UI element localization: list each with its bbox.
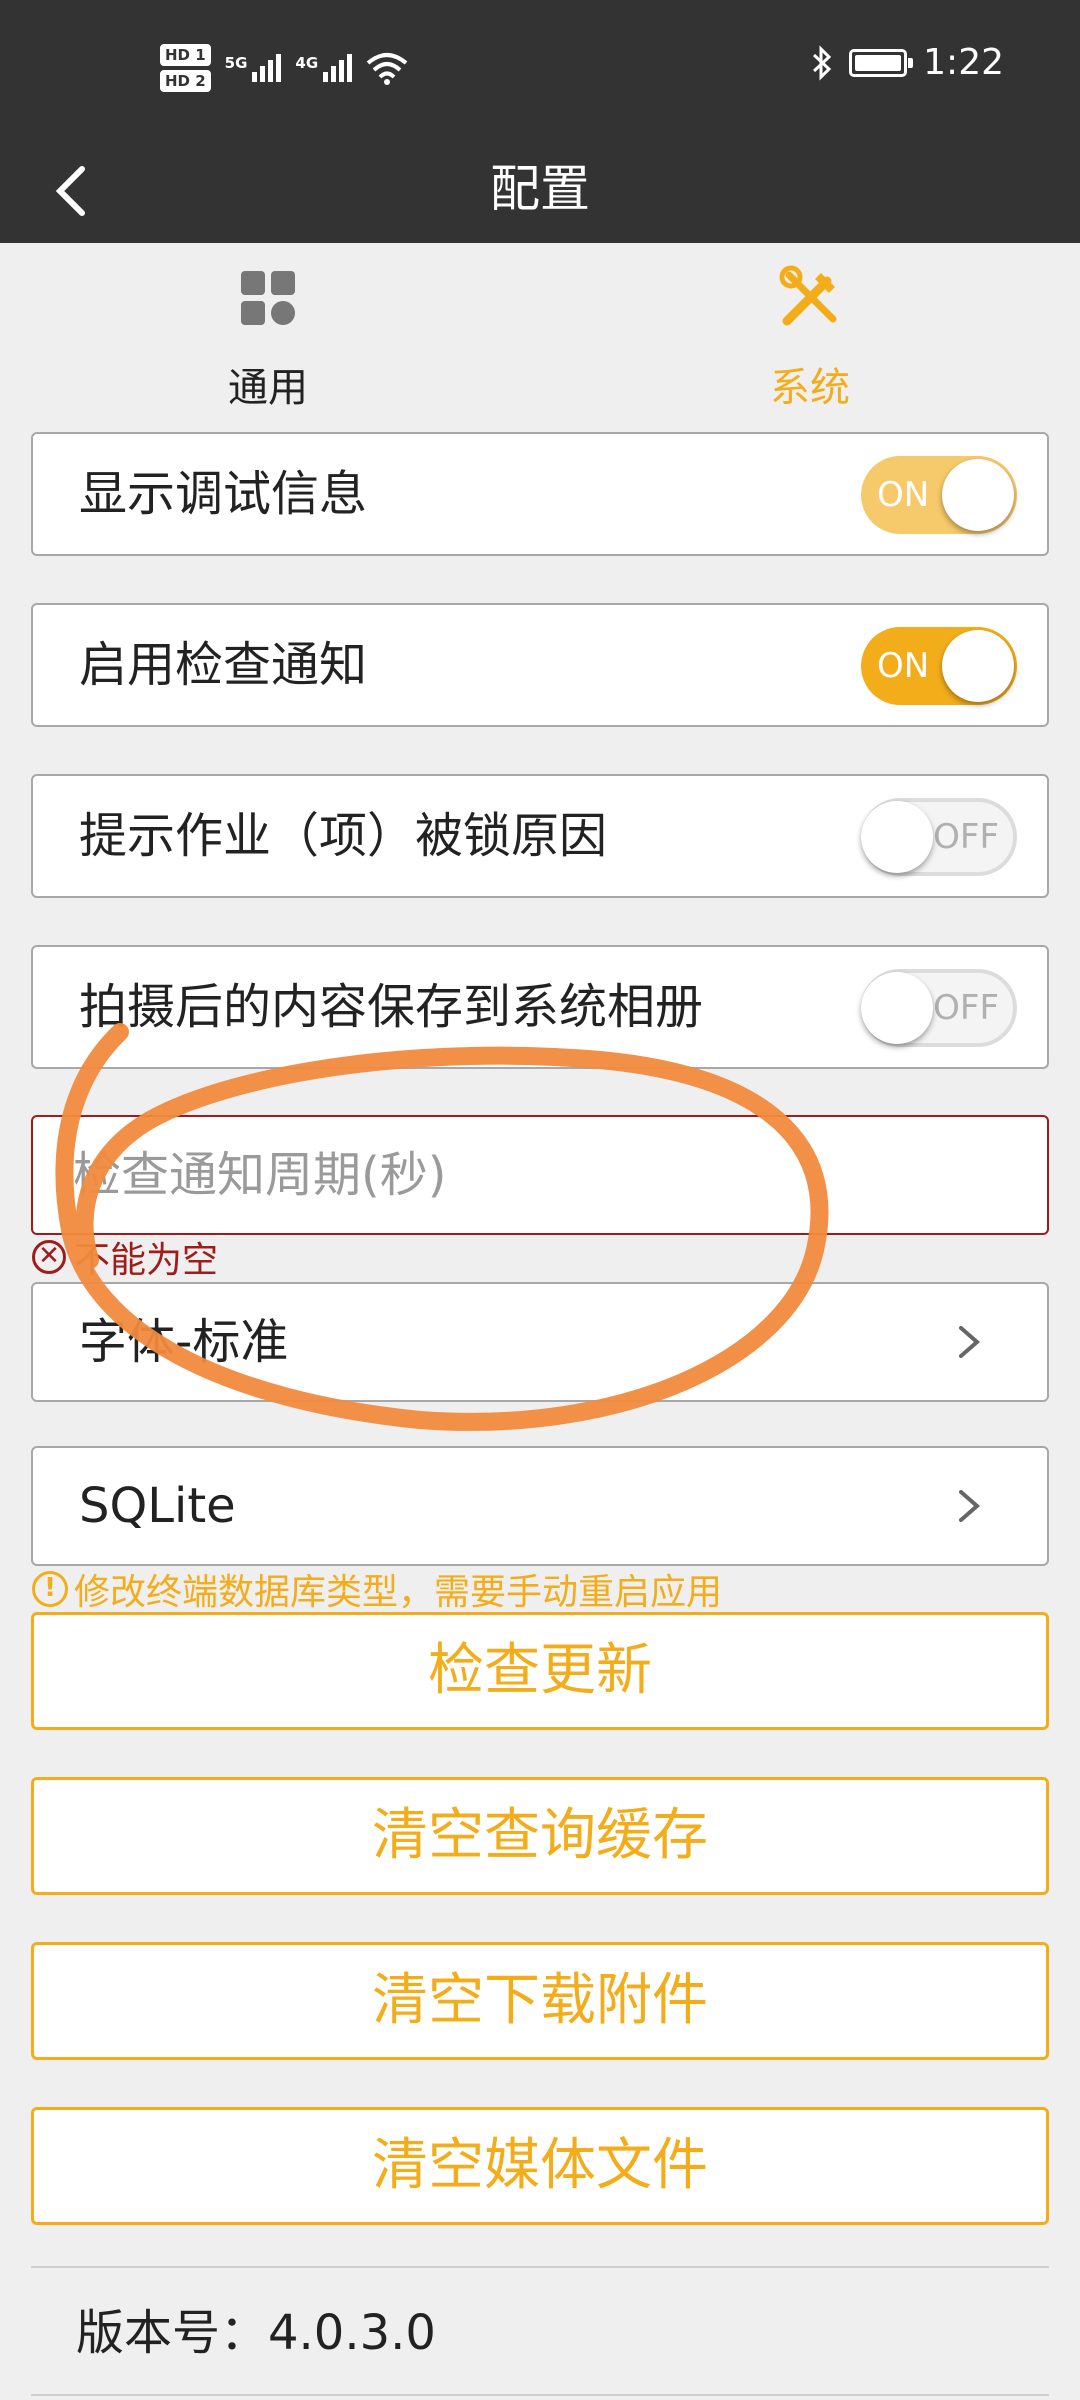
toggle-save-to-album[interactable]: OFF [861, 969, 1017, 1047]
clock: 1:22 [923, 42, 1004, 83]
signal-4g-icon: 4G [295, 54, 353, 82]
tab-bar: 通用 系统 [0, 243, 1080, 423]
warning-text: 修改终端数据库类型，需要手动重启应用 [74, 1572, 723, 1613]
font-size-label: 字体-标准 [79, 1314, 289, 1370]
toggle-state-text: OFF [933, 988, 999, 1028]
toggle-enable-check-notify[interactable]: ON [861, 627, 1017, 705]
check-interval-input[interactable] [73, 1127, 973, 1223]
toggle-state-text: ON [877, 475, 930, 515]
chevron-right-icon [959, 1326, 981, 1358]
interval-error: ✕ 不能为空 [32, 1235, 218, 1281]
toggle-knob [861, 801, 933, 873]
check-interval-field [31, 1115, 1049, 1235]
toggle-show-debug-info[interactable]: ON [861, 456, 1017, 534]
toggle-state-text: OFF [933, 817, 999, 857]
grid-icon [241, 271, 295, 325]
setting-enable-check-notify: 启用检查通知 ON [31, 603, 1049, 727]
error-x-icon: ✕ [32, 1240, 66, 1274]
db-restart-warning: ! 修改终端数据库类型，需要手动重启应用 [32, 1565, 722, 1613]
net1-label: 5G [224, 54, 248, 72]
setting-lock-reason: 提示作业（项）被锁原因 OFF [31, 774, 1049, 898]
toggle-state-text: ON [877, 646, 930, 686]
warning-icon: ! [32, 1571, 68, 1607]
tab-general[interactable]: 通用 [118, 263, 418, 413]
bluetooth-icon [813, 44, 832, 81]
version-text: 版本号：4.0.3.0 [76, 2305, 436, 2361]
clear-query-cache-button[interactable]: 清空查询缓存 [31, 1777, 1049, 1895]
tab-system-label: 系统 [770, 365, 850, 411]
clear-downloads-button[interactable]: 清空下载附件 [31, 1942, 1049, 2060]
setting-label: 拍摄后的内容保存到系统相册 [79, 979, 704, 1035]
tab-general-label: 通用 [228, 365, 308, 411]
toggle-knob [861, 972, 933, 1044]
database-type-label: SQLite [79, 1478, 236, 1534]
setting-label: 显示调试信息 [79, 466, 368, 522]
divider [31, 2266, 1049, 2268]
status-right: 1:22 [811, 42, 1004, 83]
setting-label: 启用检查通知 [79, 637, 368, 693]
clear-media-button[interactable]: 清空媒体文件 [31, 2107, 1049, 2225]
divider [31, 2394, 1049, 2396]
check-update-button[interactable]: 检查更新 [31, 1612, 1049, 1730]
wifi-icon [366, 53, 408, 85]
battery-icon [849, 48, 914, 77]
database-type-row[interactable]: SQLite [31, 1446, 1049, 1566]
chevron-right-icon [959, 1490, 981, 1522]
tools-icon [779, 265, 837, 326]
status-bar: HD 1 HD 2 5G 4G 1:22 [0, 0, 1080, 135]
signal-5g-icon: 5G [225, 54, 282, 82]
hd2-badge: HD 2 [160, 70, 211, 92]
title-bar: 配置 [0, 135, 1080, 243]
tab-system[interactable]: 系统 [660, 263, 960, 413]
setting-label: 提示作业（项）被锁原因 [79, 808, 608, 864]
page-title: 配置 [490, 160, 590, 218]
signal-indicators: HD 1 HD 2 5G 4G [160, 38, 408, 98]
back-arrow-icon[interactable] [38, 155, 108, 225]
font-size-row[interactable]: 字体-标准 [31, 1282, 1049, 1402]
toggle-lock-reason[interactable]: OFF [861, 798, 1017, 876]
setting-save-to-album: 拍摄后的内容保存到系统相册 OFF [31, 945, 1049, 1069]
toggle-knob [942, 459, 1014, 531]
net2-label: 4G [295, 54, 319, 72]
setting-show-debug-info: 显示调试信息 ON [31, 432, 1049, 556]
error-text: 不能为空 [74, 1240, 219, 1281]
hd1-badge: HD 1 [160, 44, 211, 66]
toggle-knob [942, 630, 1014, 702]
hd-badges: HD 1 HD 2 [160, 44, 211, 92]
